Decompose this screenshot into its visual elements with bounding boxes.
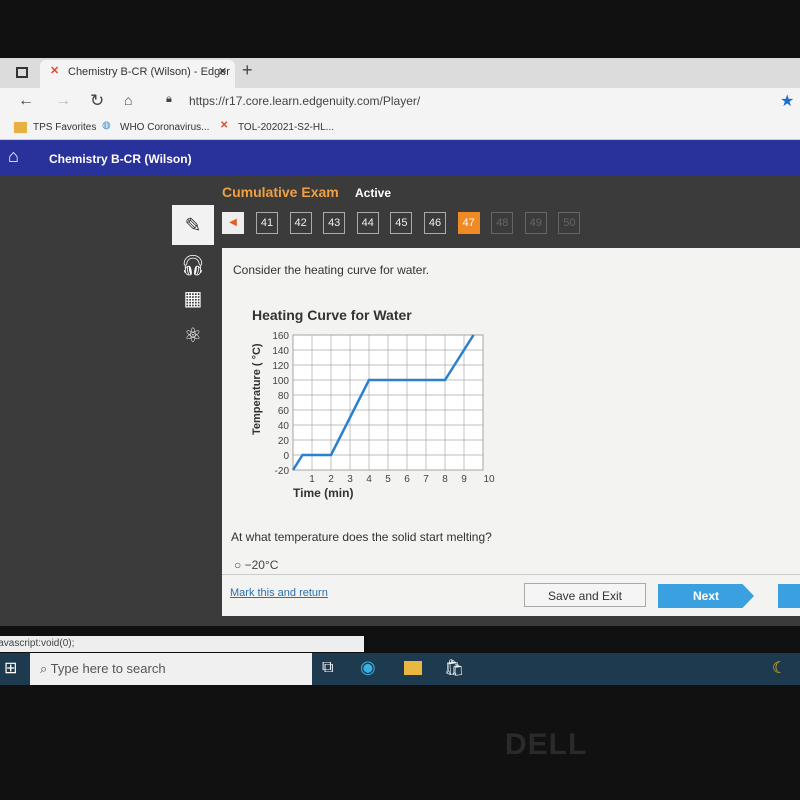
y-tick-label: 20 — [278, 436, 290, 447]
save-and-exit-button[interactable]: Save and Exit — [524, 583, 646, 607]
page-button-44[interactable]: 44 — [356, 212, 379, 234]
folder-icon — [14, 122, 27, 133]
submit-button[interactable] — [778, 584, 800, 608]
windows-start-icon[interactable]: ⊞ — [4, 658, 17, 678]
mark-and-return-link[interactable]: Mark this and return — [230, 587, 328, 599]
x-tick-label: 7 — [423, 474, 429, 485]
edge-browser-icon[interactable]: ◉ — [360, 657, 376, 678]
page-button-48[interactable]: 48 — [491, 212, 514, 234]
divider — [222, 574, 800, 575]
x-tick-label: 9 — [461, 474, 467, 485]
bookmarks-bar: TPS Favorites ◍ WHO Coronavirus... ✕ TOL… — [0, 116, 800, 140]
page-button-49[interactable]: 49 — [524, 212, 547, 234]
browser-tab[interactable]: ✕ Chemistry B-CR (Wilson) - Edger ✕ — [40, 60, 235, 88]
tab-actions-icon[interactable] — [16, 67, 28, 78]
new-tab-button[interactable]: + — [242, 60, 253, 81]
refresh-icon[interactable]: ↻ — [90, 91, 104, 111]
favorite-star-icon[interactable]: ★ — [780, 91, 794, 111]
course-header: ⌂ Chemistry B-CR (Wilson) — [0, 140, 800, 176]
x-tick-label: 4 — [366, 474, 372, 485]
back-icon[interactable]: ← — [18, 92, 34, 110]
chart-title: Heating Curve for Water — [252, 307, 412, 323]
prev-page-button[interactable]: ◀ — [222, 212, 244, 234]
y-tick-label: -20 — [275, 466, 290, 477]
x-tick-label: 5 — [385, 474, 391, 485]
taskbar: ⊞ ⌕ Type here to search ⧉ ◉ 🛍︎ ☾ — [0, 653, 800, 685]
store-icon[interactable]: 🛍︎ — [444, 658, 464, 678]
bookmark-item[interactable]: TOL-202021-S2-HL... — [238, 122, 334, 133]
lock-icon: 🔒︎ — [166, 93, 172, 105]
url-field[interactable]: https://r17.core.learn.edgenuity.com/Pla… — [189, 94, 420, 108]
edgenuity-icon: ✕ — [220, 120, 229, 131]
y-tick-label: 80 — [278, 391, 290, 402]
search-icon: ⌕ — [40, 661, 48, 676]
tab-title: Chemistry B-CR (Wilson) - Edger — [68, 66, 230, 78]
page-button-43[interactable]: 43 — [323, 212, 346, 234]
x-tick-label: 8 — [442, 474, 448, 485]
page-button-46[interactable]: 46 — [424, 212, 446, 234]
x-tick-label: 3 — [347, 474, 353, 485]
option-label: −20°C — [244, 558, 279, 572]
atom-tool-icon[interactable]: ⚛ — [172, 315, 214, 355]
question-prompt: Consider the heating curve for water. — [233, 263, 430, 277]
pencil-tool-icon[interactable]: ✎ — [172, 205, 214, 245]
dell-logo: DELL — [505, 728, 588, 761]
page-button-45[interactable]: 45 — [390, 212, 413, 234]
x-tick-label: 1 — [309, 474, 315, 485]
night-light-icon[interactable]: ☾ — [772, 658, 786, 678]
home-icon[interactable]: ⌂ — [124, 92, 132, 108]
y-tick-label: 140 — [272, 346, 289, 357]
question-text: At what temperature does the solid start… — [231, 530, 492, 544]
status-bar: javascript:void(0); — [0, 636, 364, 652]
address-bar-row: ← → ↻ ⌂ 🔒︎ https://r17.core.learn.edgenu… — [0, 88, 800, 116]
y-tick-label: 0 — [283, 451, 289, 462]
x-tick-label: 6 — [404, 474, 410, 485]
page-button-42[interactable]: 42 — [289, 212, 312, 234]
x-tick-label: 2 — [328, 474, 334, 485]
answer-option[interactable]: ○ −20°C — [234, 558, 278, 572]
taskbar-search[interactable]: ⌕ Type here to search — [30, 653, 312, 685]
radio-icon[interactable]: ○ — [234, 558, 241, 572]
close-tab-icon[interactable]: ✕ — [218, 65, 227, 78]
next-button[interactable]: Next — [658, 584, 754, 608]
bookmark-item[interactable]: WHO Coronavirus... — [120, 122, 209, 133]
edgenuity-icon: ✕ — [50, 65, 60, 77]
course-title: Chemistry B-CR (Wilson) — [49, 152, 192, 166]
y-axis-label: Temperature ( °C) — [251, 343, 263, 435]
exam-status: Active — [355, 186, 392, 200]
exam-title: Cumulative Exam — [222, 184, 339, 200]
x-axis-label: Time (min) — [293, 486, 353, 500]
home-icon[interactable]: ⌂ — [8, 146, 19, 167]
x-tick-label: 10 — [483, 474, 495, 485]
y-tick-label: 40 — [278, 421, 290, 432]
forward-icon[interactable]: → — [55, 92, 71, 110]
question-panel: Consider the heating curve for water. He… — [222, 248, 800, 616]
y-tick-label: 60 — [278, 406, 290, 417]
page-button-47[interactable]: 47 — [457, 212, 480, 234]
bookmark-item[interactable]: TPS Favorites — [33, 122, 96, 133]
globe-icon: ◍ — [102, 120, 111, 131]
file-explorer-icon[interactable] — [404, 661, 422, 675]
search-placeholder: Type here to search — [50, 661, 166, 676]
page-button-41[interactable]: 41 — [256, 212, 278, 234]
y-tick-label: 100 — [272, 376, 289, 387]
task-view-icon[interactable]: ⧉ — [322, 659, 333, 677]
heating-curve-chart: Heating Curve for Water Time (min) Tempera… — [251, 307, 495, 500]
page-button-50[interactable]: 50 — [558, 212, 581, 234]
y-tick-label: 160 — [272, 331, 289, 342]
y-tick-label: 120 — [272, 361, 289, 372]
calculator-tool-icon[interactable]: ▦ — [172, 278, 214, 318]
